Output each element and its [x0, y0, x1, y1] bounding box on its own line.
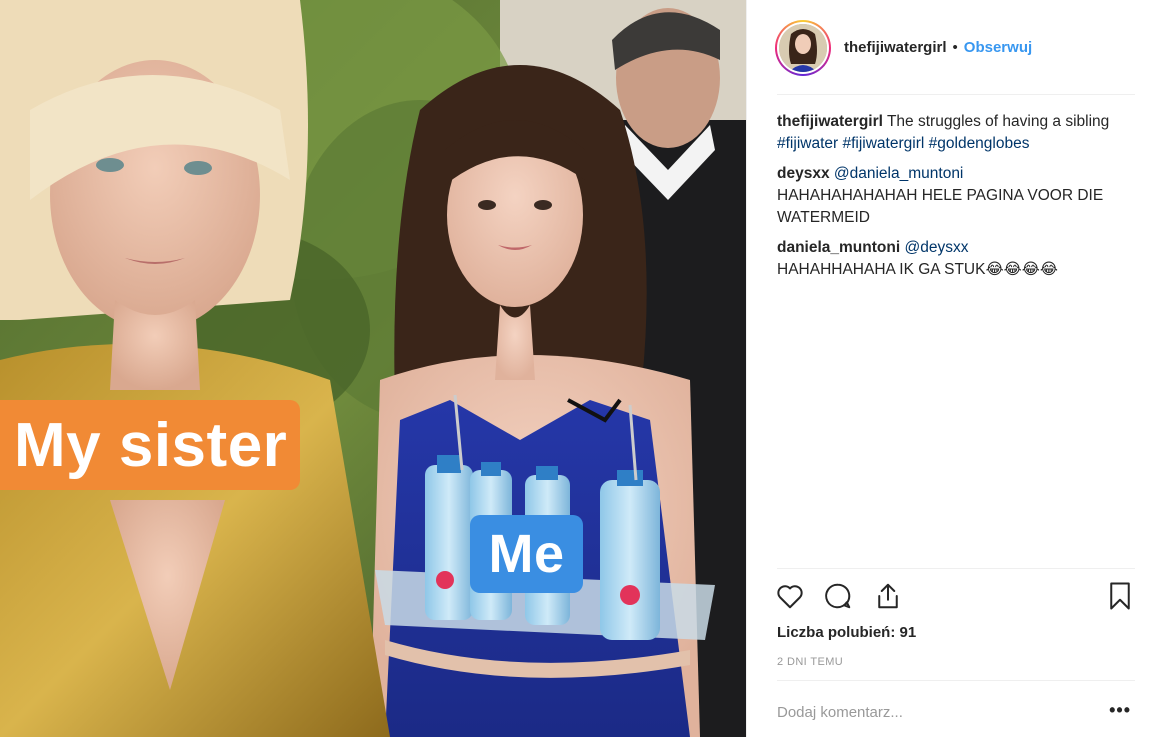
likes-count[interactable]: Liczba polubień: 91: [777, 624, 916, 641]
caption-hashtags: #fijiwater #fijiwatergirl #goldenglobes: [777, 133, 1117, 155]
share-icon[interactable]: [873, 581, 903, 616]
hashtag-link[interactable]: #goldenglobes: [929, 135, 1030, 152]
post-sidebar: thefijiwatergirl • Obserwuj thefijiwater…: [746, 0, 1159, 737]
hashtag-link[interactable]: #fijiwatergirl: [842, 135, 924, 152]
actions-divider: [777, 568, 1135, 569]
comment-item: daniela_muntoni @deysxx HAHAHHAHAHA IK G…: [777, 237, 1117, 281]
comment-divider: [777, 680, 1135, 681]
hashtag-link[interactable]: #fijiwater: [777, 135, 838, 152]
comment-text: HAHAHAHAHAHAH HELE PAGINA VOOR DIE WATER…: [777, 187, 1104, 226]
caption-username[interactable]: thefijiwatergirl: [777, 113, 883, 130]
comment-username[interactable]: daniela_muntoni: [777, 239, 900, 256]
bookmark-icon[interactable]: [1105, 581, 1135, 616]
avatar[interactable]: [775, 19, 831, 76]
comment-item: deysxx @daniela_muntoni HAHAHAHAHAHAH HE…: [777, 163, 1117, 229]
post-date[interactable]: 2 DNI TEMU: [777, 656, 843, 668]
header-separator: •: [952, 39, 958, 56]
caption-text: The struggles of having a sibling: [886, 113, 1110, 130]
comments-list: thefijiwatergirl The struggles of having…: [777, 111, 1117, 289]
post-header: thefijiwatergirl • Obserwuj: [747, 0, 1159, 95]
more-options-icon[interactable]: •••: [1109, 701, 1131, 719]
comment-icon[interactable]: [823, 581, 853, 616]
post-photo[interactable]: My sister Me: [0, 0, 746, 737]
photo-scene: [0, 0, 746, 737]
follow-button[interactable]: Obserwuj: [964, 39, 1032, 56]
comment-text: HAHAHHAHAHA IK GA STUK😂😂😂😂: [777, 261, 1058, 278]
comment-mention[interactable]: @daniela_muntoni: [834, 165, 964, 182]
header-divider: [777, 94, 1135, 95]
caption: thefijiwatergirl The struggles of having…: [777, 111, 1117, 155]
comment-mention[interactable]: @deysxx: [904, 239, 968, 256]
me-label: Me: [470, 515, 583, 593]
heart-icon[interactable]: [775, 581, 805, 616]
my-sister-label: My sister: [0, 400, 300, 490]
action-bar: [775, 578, 1135, 618]
add-comment-input[interactable]: Dodaj komentarz...: [777, 704, 903, 721]
comment-username[interactable]: deysxx: [777, 165, 830, 182]
instagram-post: My sister Me thefijiwatergirl • Obserwuj…: [0, 0, 1159, 737]
header-username[interactable]: thefijiwatergirl: [844, 39, 947, 56]
